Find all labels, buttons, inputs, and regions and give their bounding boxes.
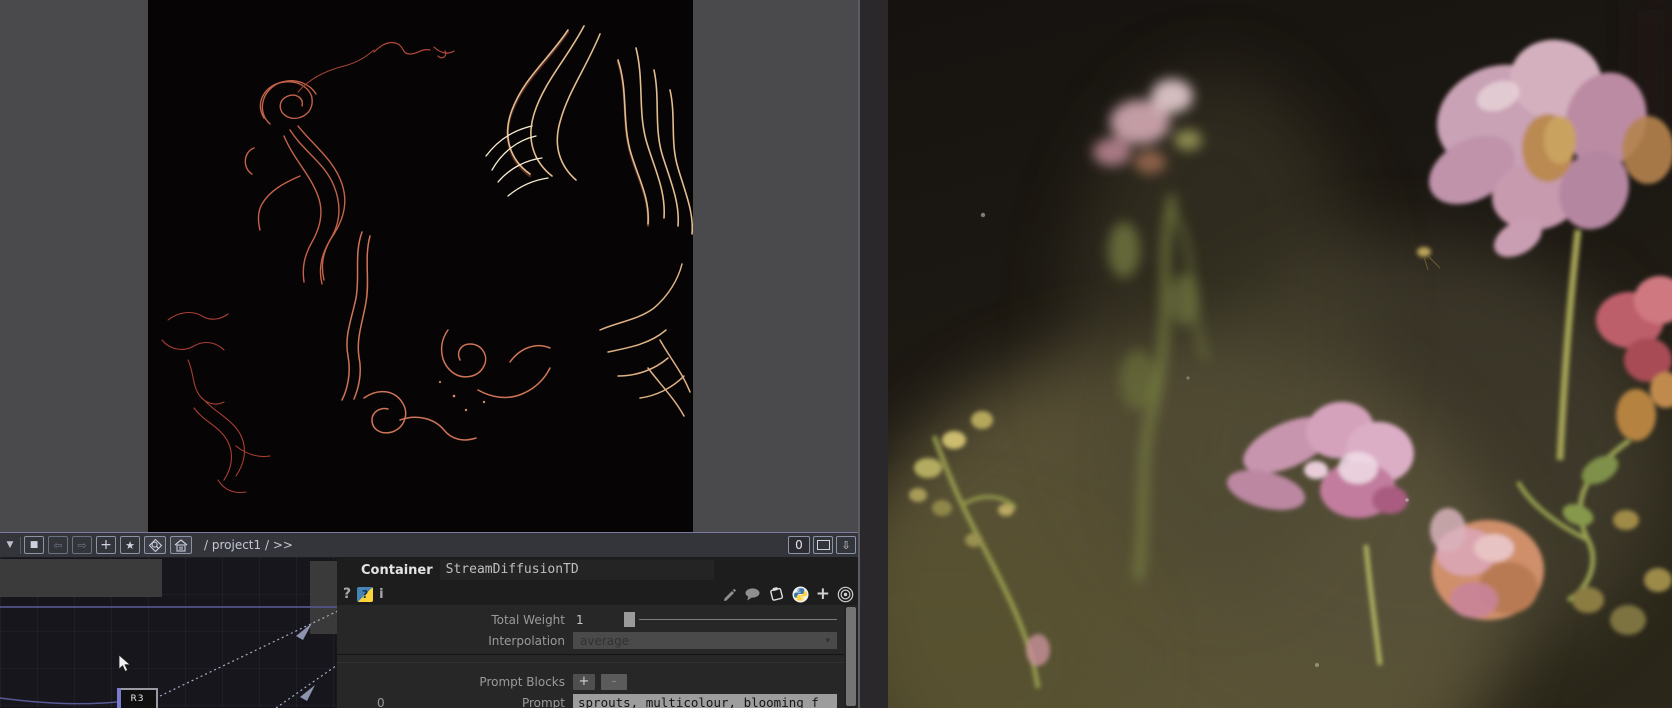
total-weight-slider[interactable] — [617, 612, 837, 627]
interpolation-label[interactable]: Interpolation — [337, 634, 573, 648]
prompt-blocks-remove-button[interactable]: - — [601, 673, 627, 690]
total-weight-value[interactable]: 1 — [573, 613, 617, 627]
maximize-pane-button[interactable] — [813, 536, 833, 554]
pane-menu-arrow-icon[interactable]: ▼ — [3, 540, 17, 550]
pencil-icon[interactable] — [721, 586, 737, 602]
generated-flower-image — [888, 0, 1672, 708]
network-editor[interactable]: R3 — [0, 557, 337, 708]
slider-handle[interactable] — [624, 612, 635, 627]
zoom-diamond-icon — [148, 538, 162, 552]
toolbar-divider — [20, 536, 21, 554]
flow-lineart — [161, 25, 693, 494]
prompt-text-field[interactable]: sprouts, multicolour, blooming f — [573, 693, 837, 708]
operator-name-field[interactable]: StreamDiffusionTD — [439, 560, 714, 580]
left-pane: ▼ ■ ⇦ ⇨ + ★ / project1 / >> 0 ⇩ R3 Conta… — [0, 0, 858, 708]
parameter-panel: Container StreamDiffusionTD ? ? i + Tota… — [337, 557, 858, 708]
forward-button[interactable]: ⇨ — [72, 536, 92, 554]
stop-button[interactable]: ■ — [24, 536, 44, 554]
info-icon[interactable]: i — [379, 587, 383, 602]
bullseye-icon[interactable] — [837, 586, 854, 603]
comment-bubble-icon[interactable] — [744, 587, 761, 602]
total-weight-label[interactable]: Total Weight — [337, 613, 573, 627]
flower-scene — [888, 0, 1672, 708]
network-wires — [0, 610, 337, 708]
prompt-block-index: 0 — [377, 695, 385, 708]
chop-node[interactable]: R3 — [117, 688, 158, 708]
chevron-down-icon: ▾ — [825, 635, 830, 646]
param-row-prompt: 0 Prompt sprouts, multicolour, blooming … — [337, 692, 844, 708]
frame-number-field[interactable]: 0 — [788, 536, 810, 554]
interpolation-dropdown[interactable]: average ▾ — [573, 632, 837, 649]
operator-family-label: Container — [361, 562, 433, 578]
scrollbar-thumb[interactable] — [846, 607, 856, 706]
node-select-strip — [117, 688, 121, 708]
network-path-breadcrumb[interactable]: / project1 / >> — [204, 538, 293, 552]
collapse-pane-button[interactable]: ⇩ — [836, 536, 856, 554]
prompt-label[interactable]: Prompt — [337, 696, 573, 708]
pane-toolbar: ▼ ■ ⇦ ⇨ + ★ / project1 / >> 0 ⇩ — [0, 532, 858, 557]
parameter-body: Total Weight 1 Interpolation average ▾ P… — [337, 605, 844, 708]
add-pane-button[interactable]: + — [96, 536, 116, 554]
prompt-blocks-label[interactable]: Prompt Blocks — [337, 675, 573, 689]
parameter-help-bar: ? ? i + — [337, 583, 858, 605]
mouse-cursor — [118, 654, 132, 672]
top-viewer[interactable] — [148, 0, 693, 532]
bookmark-button[interactable]: ★ — [120, 536, 140, 554]
node-label: R3 — [130, 694, 145, 704]
touchdesigner-window: ▼ ■ ⇦ ⇨ + ★ / project1 / >> 0 ⇩ R3 Conta… — [0, 0, 1672, 708]
param-row-interpolation: Interpolation average ▾ — [337, 630, 844, 651]
home-network-button[interactable] — [170, 536, 192, 554]
parameter-header: Container StreamDiffusionTD — [337, 557, 858, 583]
param-row-prompt-blocks: Prompt Blocks + - — [337, 671, 844, 692]
parameter-scrollbar[interactable] — [844, 605, 858, 708]
output-pane[interactable] — [858, 0, 1672, 708]
parameter-section-divider — [337, 654, 844, 663]
interpolation-value: average — [580, 633, 630, 648]
add-parameter-icon[interactable]: + — [816, 585, 830, 603]
prompt-blocks-add-button[interactable]: + — [573, 673, 595, 690]
maximize-icon — [816, 540, 830, 550]
slider-track — [639, 619, 837, 620]
home-icon — [174, 538, 188, 552]
help-icon[interactable]: ? — [343, 586, 351, 602]
back-button[interactable]: ⇦ — [48, 536, 68, 554]
copy-parameters-icon[interactable] — [768, 586, 785, 602]
param-row-total-weight: Total Weight 1 — [337, 609, 844, 630]
python-icon[interactable] — [792, 586, 809, 603]
python-help-icon[interactable]: ? — [357, 586, 374, 602]
zoom-to-fit-button[interactable] — [144, 536, 166, 554]
